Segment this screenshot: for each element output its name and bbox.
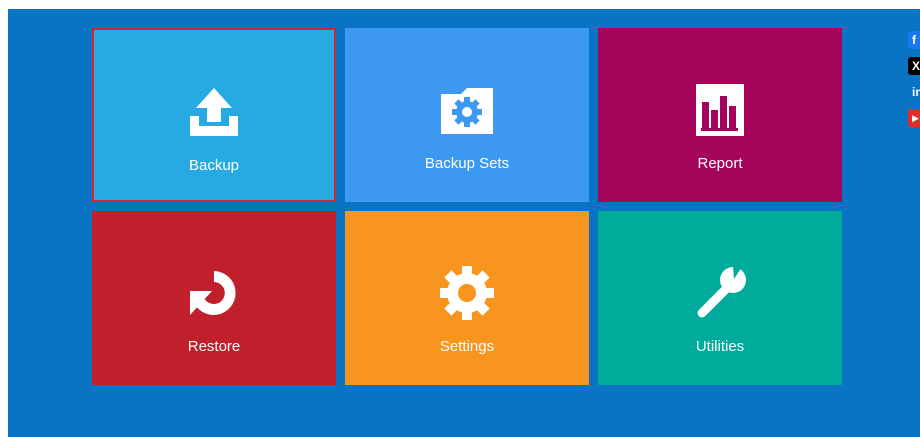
bar-chart-icon — [696, 84, 744, 136]
main-dashboard: Backup Backup Sets Report Restore Settin… — [8, 9, 920, 437]
backup-label: Backup — [188, 157, 240, 174]
wrench-icon — [697, 267, 746, 318]
restore-arrow-icon — [190, 271, 236, 315]
restore-tile[interactable]: Restore — [92, 211, 336, 385]
youtube-icon[interactable]: ▶ — [908, 109, 920, 127]
linkedin-icon[interactable]: in — [908, 83, 920, 101]
backup-tile[interactable]: Backup — [92, 28, 336, 202]
settings-label: Settings — [439, 338, 495, 355]
utilities-label: Utilities — [695, 338, 745, 355]
backup-sets-tile[interactable]: Backup Sets — [345, 28, 589, 202]
report-label: Report — [697, 155, 743, 172]
report-tile[interactable]: Report — [598, 28, 842, 202]
restore-label: Restore — [187, 338, 241, 355]
folder-gear-icon — [441, 88, 493, 134]
backup-sets-label: Backup Sets — [424, 155, 510, 172]
upload-icon — [190, 88, 238, 136]
x-icon[interactable]: X — [908, 57, 920, 75]
utilities-tile[interactable]: Utilities — [598, 211, 842, 385]
settings-tile[interactable]: Settings — [345, 211, 589, 385]
gear-icon — [440, 266, 494, 320]
facebook-icon[interactable]: f — [908, 31, 920, 49]
